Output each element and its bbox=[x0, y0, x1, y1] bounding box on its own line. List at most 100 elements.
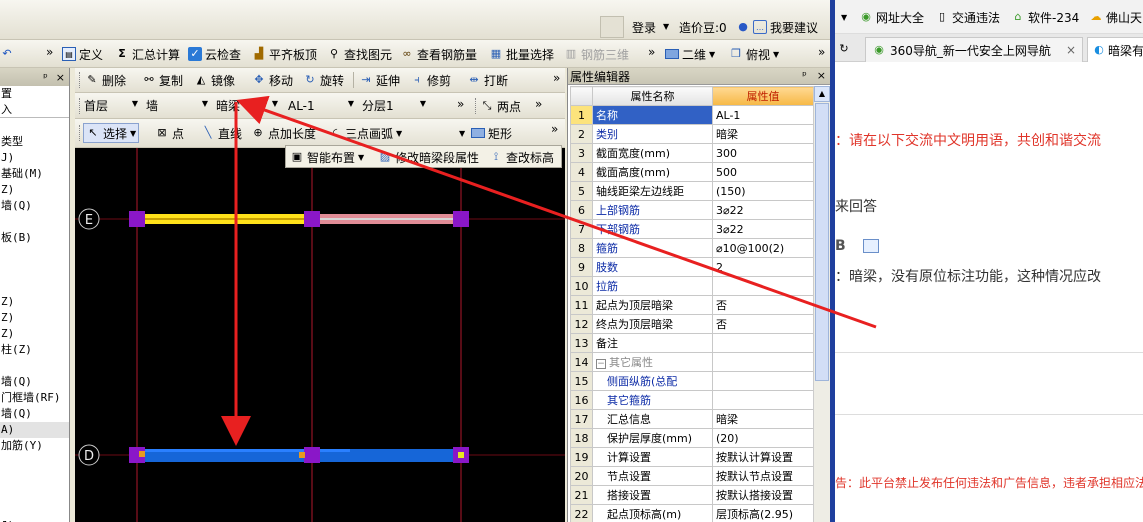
property-row[interactable]: 8 箍筋 ⌀10@100(2) bbox=[570, 238, 814, 258]
toolbar-overflow[interactable]: » bbox=[457, 94, 464, 114]
element-tree-item[interactable]: 墙(Q) bbox=[0, 374, 69, 390]
property-value[interactable]: 否 bbox=[712, 295, 814, 315]
point-tool-button[interactable]: ⊠ 点 bbox=[155, 123, 184, 143]
property-row[interactable]: 4 截面高度(mm) 500 bbox=[570, 162, 814, 182]
property-value[interactable] bbox=[712, 276, 814, 296]
login-link[interactable]: 登录 ▼ bbox=[632, 17, 673, 37]
toolbar-overflow[interactable]: » bbox=[551, 119, 558, 139]
property-row[interactable]: 7 下部钢筋 3⌀22 bbox=[570, 219, 814, 239]
toolbar-overflow-left[interactable]: » bbox=[46, 42, 53, 62]
line-tool-button[interactable]: ╲ 直线 bbox=[201, 123, 242, 143]
element-tree-item[interactable]: Z) bbox=[0, 310, 69, 326]
property-row[interactable]: 18 保护层厚度(mm) (20) bbox=[570, 428, 814, 448]
pin-icon[interactable]: ᵖ bbox=[802, 69, 807, 82]
property-value[interactable]: 3⌀22 bbox=[712, 200, 814, 220]
smart-layout-button[interactable]: ▣ 智能布置 ▼ bbox=[290, 147, 364, 167]
property-row[interactable]: 16 其它箍筋 bbox=[570, 390, 814, 410]
reload-button[interactable]: ↻ bbox=[837, 39, 851, 59]
mirror-button[interactable]: ◭ 镜像 bbox=[194, 70, 235, 90]
grip-node[interactable] bbox=[304, 211, 320, 227]
property-row[interactable]: 20 节点设置 按默认节点设置 bbox=[570, 466, 814, 486]
close-icon[interactable]: × bbox=[1066, 43, 1082, 57]
property-row[interactable]: 15 侧面纵筋(总配 bbox=[570, 371, 814, 391]
break-button[interactable]: ⇹ 打断 bbox=[467, 70, 508, 90]
element-tree-item[interactable]: 入 bbox=[0, 102, 69, 118]
bookmark-foshan[interactable]: ☁ 佛山天 bbox=[1089, 7, 1143, 27]
toolbar-overflow[interactable]: » bbox=[535, 94, 542, 114]
property-value[interactable]: 300 bbox=[712, 143, 814, 163]
property-row[interactable]: 2 类别 暗梁 bbox=[570, 124, 814, 144]
bookmark-traffic[interactable]: ▯ 交通违法 bbox=[935, 7, 1000, 27]
suggest-button[interactable]: ● … 我要建议 bbox=[736, 17, 818, 37]
property-row[interactable]: 5 轴线距梁左边线距 (150) bbox=[570, 181, 814, 201]
extend-button[interactable]: ⇥ 延伸 bbox=[359, 70, 400, 90]
property-value[interactable]: (20) bbox=[712, 428, 814, 448]
layer-select[interactable]: 分层1 ▼ bbox=[359, 96, 429, 115]
property-value[interactable] bbox=[712, 371, 814, 391]
cloud-check-button[interactable]: ✓ 云检查 bbox=[188, 44, 241, 64]
toolbar-grip[interactable] bbox=[475, 98, 478, 114]
property-value[interactable]: 500 bbox=[712, 162, 814, 182]
element-tree-item[interactable]: Z) bbox=[0, 294, 69, 310]
element-tree-item[interactable]: J) bbox=[0, 150, 69, 166]
rotate-button[interactable]: ↻ 旋转 bbox=[303, 70, 344, 90]
element-tree-item[interactable] bbox=[0, 246, 69, 262]
property-row[interactable]: 6 上部钢筋 3⌀22 bbox=[570, 200, 814, 220]
image-icon[interactable] bbox=[863, 239, 879, 253]
define-button[interactable]: ▤ 定义 bbox=[62, 44, 103, 64]
rect-tool-button[interactable]: 矩形 bbox=[471, 123, 512, 143]
bookmark-overflow[interactable]: ▼ bbox=[841, 7, 847, 27]
property-scrollbar[interactable]: ▲ bbox=[813, 86, 830, 522]
element-tree-item[interactable]: J) bbox=[0, 518, 69, 522]
property-row[interactable]: 17 汇总信息 暗梁 bbox=[570, 409, 814, 429]
toolbar-grip[interactable] bbox=[79, 125, 82, 141]
browser-tab-nav[interactable]: ◉ 360导航_新一代安全上网导航 × bbox=[865, 37, 1083, 62]
answer-text[interactable]: ：暗梁，没有原位标注功能，这种情况应改 bbox=[835, 266, 1101, 286]
element-tree-item[interactable] bbox=[0, 278, 69, 294]
property-row[interactable]: 9 肢数 2 bbox=[570, 257, 814, 277]
property-row[interactable]: 13 备注 bbox=[570, 333, 814, 353]
element-tree-item[interactable] bbox=[0, 214, 69, 230]
element-tree-item[interactable]: 柱(Z) bbox=[0, 342, 69, 358]
bookmark-url-nav[interactable]: ◉ 网址大全 bbox=[859, 7, 924, 27]
element-tree-item[interactable] bbox=[0, 454, 69, 470]
element-select[interactable]: AL-1 ▼ bbox=[285, 96, 357, 115]
view-rebar-button[interactable]: ∞ 查看钢筋量 bbox=[400, 44, 477, 64]
close-icon[interactable]: × bbox=[817, 69, 826, 82]
property-value[interactable]: (150) bbox=[712, 181, 814, 201]
element-tree-item[interactable]: 基础(M) bbox=[0, 166, 69, 182]
element-tree-item[interactable] bbox=[0, 502, 69, 518]
element-tree-item[interactable]: 加筋(Y) bbox=[0, 438, 69, 454]
scroll-up-icon[interactable]: ▲ bbox=[814, 86, 830, 102]
property-value[interactable]: AL-1 bbox=[712, 105, 814, 125]
toolbar-overflow[interactable]: » bbox=[553, 68, 560, 88]
point-length-button[interactable]: ⊕ 点加长度 bbox=[251, 123, 316, 143]
property-value[interactable]: 暗梁 bbox=[712, 409, 814, 429]
grip-node[interactable] bbox=[453, 211, 469, 227]
property-row[interactable]: 19 计算设置 按默认计算设置 bbox=[570, 447, 814, 467]
select-tool-button[interactable]: ↖ 选择 ▼ bbox=[83, 123, 140, 143]
floor-select[interactable]: 首层 ▼ bbox=[81, 96, 141, 115]
two-point-button[interactable]: ⤡ 两点 bbox=[480, 96, 521, 116]
delete-button[interactable]: ✎ 删除 bbox=[85, 70, 126, 90]
element-tree-item[interactable] bbox=[0, 358, 69, 374]
property-row[interactable]: 11 起点为顶层暗梁 否 bbox=[570, 295, 814, 315]
toolbar-overflow-right[interactable]: » bbox=[818, 42, 825, 62]
property-row[interactable]: 14− 其它属性 bbox=[570, 352, 814, 372]
element-tree-item[interactable]: 类型 bbox=[0, 134, 69, 150]
element-tree-item[interactable] bbox=[0, 262, 69, 278]
shape-dropdown[interactable]: ▼ bbox=[459, 123, 465, 143]
copy-button[interactable]: ⚯ 复制 bbox=[142, 70, 183, 90]
sum-calc-button[interactable]: Σ 汇总计算 bbox=[115, 44, 180, 64]
property-value[interactable]: 按默认搭接设置 bbox=[712, 485, 814, 505]
element-tree-item[interactable]: Z) bbox=[0, 326, 69, 342]
property-value[interactable]: 层顶标高(2.95) bbox=[712, 504, 814, 522]
check-elevation-button[interactable]: ⟟ 查改标高 bbox=[489, 147, 554, 167]
element-tree-item[interactable] bbox=[0, 470, 69, 486]
browser-tab-active[interactable]: ◐ 暗梁有 bbox=[1087, 37, 1143, 62]
element-tree-item[interactable]: Z) bbox=[0, 182, 69, 198]
element-tree-item[interactable] bbox=[0, 486, 69, 502]
undo-button[interactable]: ↶ bbox=[0, 44, 14, 64]
drawing-canvas[interactable]: E D bbox=[75, 148, 565, 522]
property-value[interactable]: 2 bbox=[712, 257, 814, 277]
